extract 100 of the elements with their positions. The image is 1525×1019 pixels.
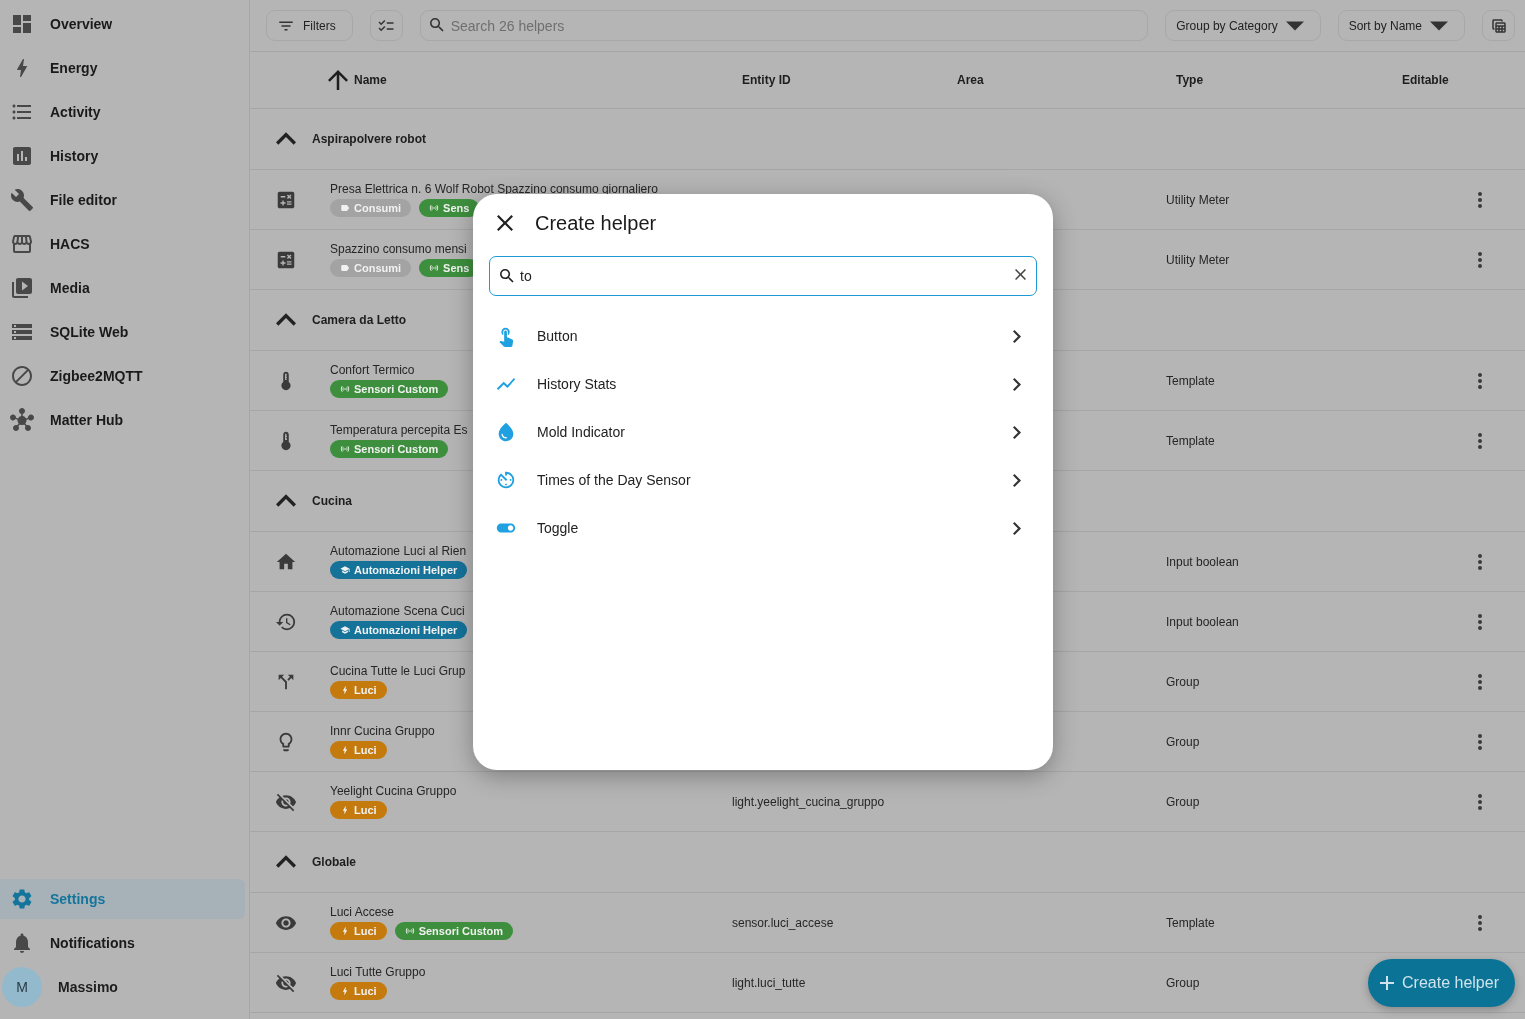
category-chip: Luci <box>330 982 387 1000</box>
more-icon <box>1478 673 1482 690</box>
category-chip: Automazioni Helper <box>330 621 468 639</box>
cap-icon <box>340 565 350 575</box>
column-header[interactable]: Type <box>1176 73 1204 87</box>
sidebar-item[interactable]: Zigbee2MQTT <box>0 356 245 396</box>
bar-chart-icon <box>10 144 34 168</box>
cap-icon <box>340 625 350 635</box>
more-icon <box>1478 914 1482 931</box>
search-icon <box>429 18 444 32</box>
helper-type: Group <box>1166 674 1200 689</box>
entity-id: light.luci_tutte <box>732 975 806 990</box>
sidebar-item[interactable]: Energy <box>0 48 245 88</box>
helper-type: Input boolean <box>1166 614 1239 629</box>
table-icon <box>1489 16 1508 35</box>
sidebar-item[interactable]: File editor <box>0 180 245 220</box>
category-chip: Automazioni Helper <box>330 561 468 579</box>
helper-name: Spazzino consumo mensi <box>330 242 467 256</box>
hub-icon <box>10 408 34 432</box>
helper-type-item[interactable]: Mold Indicator <box>489 408 1037 456</box>
timer-icon <box>495 469 517 491</box>
category-chip: Luci <box>330 681 387 699</box>
chevron-right-icon <box>1013 473 1021 487</box>
helper-type-item[interactable]: Times of the Day Sensor <box>489 456 1037 504</box>
entity-id: sensor.luci_accese <box>732 915 834 930</box>
sidebar-item[interactable]: Notifications <box>0 923 245 963</box>
sidebar-item[interactable]: SQLite Web <box>0 312 245 352</box>
helper-name: Cucina Tutte le Luci Grup <box>330 664 466 678</box>
helper-type: Group <box>1166 794 1200 809</box>
more-icon <box>1478 251 1482 268</box>
sidebar-item[interactable]: History <box>0 136 245 176</box>
plus-icon <box>1380 976 1395 990</box>
sensor-icon <box>340 444 350 454</box>
helper-type-item[interactable]: History Stats <box>489 360 1037 408</box>
helper-name: Presa Elettrica n. 6 Wolf Robot Spazzino consumo giornaliero <box>330 182 658 196</box>
more-icon <box>1478 372 1482 389</box>
bolt-icon <box>340 745 350 755</box>
more-icon <box>1478 553 1482 570</box>
create-helper-button[interactable]: Create helper <box>1368 959 1515 1007</box>
category-chip: Luci <box>330 922 387 940</box>
column-header[interactable]: Editable <box>1402 73 1449 87</box>
sidebar-item[interactable]: Overview <box>0 4 245 44</box>
group-title: Globale <box>312 855 356 869</box>
group-title: Cucina <box>312 494 352 508</box>
category-chip: Luci <box>330 741 387 759</box>
user-avatar[interactable]: M <box>2 967 42 1007</box>
user-name[interactable]: Massimo <box>58 979 118 995</box>
search-icon <box>500 269 514 283</box>
helper-name: Automazione Luci al Rien <box>330 544 467 558</box>
chevron-right-icon <box>1013 425 1021 439</box>
helper-name: Confort Termico <box>330 363 415 377</box>
chevron-right-icon <box>1013 521 1021 535</box>
group-by-dropdown[interactable]: Group by Category <box>1165 10 1321 41</box>
column-header[interactable]: Area <box>957 73 984 87</box>
column-header[interactable]: Name <box>354 73 387 87</box>
bolt-icon <box>340 805 350 815</box>
category-chip: Sensori Custom <box>330 380 449 398</box>
bolt-icon <box>340 926 350 936</box>
sidebar-item[interactable]: Activity <box>0 92 245 132</box>
bolt-icon <box>340 986 350 996</box>
helper-type: Group <box>1166 975 1200 990</box>
clear-button[interactable] <box>1012 266 1029 283</box>
circle-slash-icon <box>10 364 34 388</box>
helper-search-field[interactable]: to <box>489 256 1037 296</box>
settings-icon <box>10 887 34 911</box>
helper-type: Utility Meter <box>1166 192 1230 207</box>
sensor-icon <box>404 926 415 936</box>
column-header[interactable]: Entity ID <box>742 73 791 87</box>
dialog-title: Create helper <box>535 211 657 235</box>
helper-type-item[interactable]: Button <box>489 312 1037 360</box>
helper-name: Temperatura percepita Es <box>330 423 468 437</box>
sidebar-item[interactable]: HACS <box>0 224 245 264</box>
table-settings-button[interactable] <box>1482 10 1515 41</box>
helper-type-item[interactable]: Toggle <box>489 504 1037 552</box>
helper-name: Luci Accese <box>330 905 395 919</box>
sidebar-item[interactable]: Media <box>0 268 245 308</box>
wrench-icon <box>10 188 34 212</box>
helper-type: Template <box>1166 915 1215 930</box>
tag-icon <box>340 203 350 213</box>
sidebar-item[interactable]: Matter Hub <box>0 400 245 440</box>
category-chip: Consumi <box>330 259 412 277</box>
bolt-icon <box>340 685 350 695</box>
entity-id: light.yeelight_cucina_gruppo <box>732 794 885 809</box>
sensor-icon <box>340 384 350 394</box>
tag-icon <box>340 263 350 273</box>
selection-mode-button[interactable] <box>369 10 403 41</box>
filters-button[interactable]: Filters <box>266 10 353 41</box>
helper-type: Utility Meter <box>1166 252 1230 267</box>
helper-name: Automazione Scena Cuci <box>330 604 465 618</box>
sort-dropdown[interactable]: Sort by Name <box>1337 10 1465 41</box>
category-chip: Consumi <box>330 199 412 217</box>
sort-arrow-icon[interactable] <box>328 70 348 90</box>
helper-name: Innr Cucina Gruppo <box>330 724 435 738</box>
dashboard-icon <box>10 12 34 36</box>
search-field[interactable]: Search 26 helpers <box>419 10 1149 41</box>
helper-type: Group <box>1166 734 1200 749</box>
category-chip: Sensori Custom <box>394 922 513 940</box>
media-icon <box>10 276 34 300</box>
category-chip: Luci <box>330 801 387 819</box>
helper-name: Luci Tutte Gruppo <box>330 965 426 979</box>
